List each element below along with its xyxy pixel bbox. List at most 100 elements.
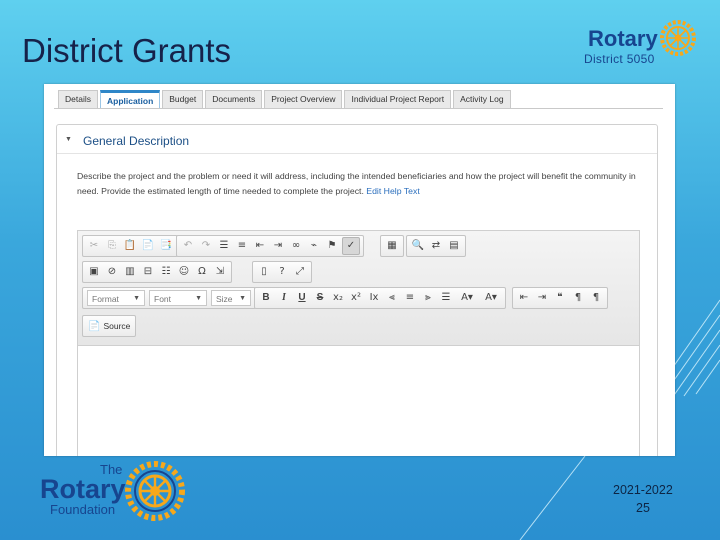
table-icon[interactable]: ▦ — [384, 237, 400, 255]
flash-icon[interactable]: ⊘ — [104, 263, 120, 281]
link-icon[interactable]: ∞ — [288, 237, 304, 255]
undo-group: ↶ ↷ ☰ ≡ ⇤ ⇥ ∞ ⌁ ⚑ ✓ — [176, 235, 364, 257]
special-char-icon[interactable]: Ω — [194, 263, 210, 281]
cut-icon[interactable]: ✂ — [86, 237, 102, 255]
panel-title: General Description — [83, 134, 190, 148]
text-color-icon[interactable]: A▾ — [456, 289, 478, 307]
anchor-icon[interactable]: ⚑ — [324, 237, 340, 255]
rotary-wheel-icon — [125, 461, 185, 521]
page-break-icon[interactable]: ⊟ — [140, 263, 156, 281]
editor-content-area[interactable] — [78, 346, 639, 456]
background-color-icon[interactable]: A▾ — [480, 289, 502, 307]
decrease-indent-icon[interactable]: ⇤ — [252, 237, 268, 255]
paste-text-icon[interactable]: 📄 — [140, 237, 156, 255]
rtl-icon[interactable]: ¶ — [588, 289, 604, 307]
description-text: Describe the project and the problem or … — [77, 169, 637, 198]
insert-group: ▣ ⊘ ▥ ⊟ ☷ ☺ Ω ⇲ — [82, 261, 232, 283]
description-body: Describe the project and the problem or … — [77, 171, 636, 196]
general-description-panel: ▼ General Description Describe the proje… — [56, 124, 658, 456]
clipboard-group: ✂ ⎘ 📋 📄 📑 — [82, 235, 178, 257]
chevron-down-icon: ▼ — [133, 295, 140, 302]
tab-divider — [54, 108, 663, 109]
italic-icon[interactable]: I — [276, 289, 292, 307]
source-button[interactable]: 📄 Source — [85, 321, 133, 332]
undo-icon[interactable]: ↶ — [180, 237, 196, 255]
tab-details[interactable]: Details — [58, 90, 98, 108]
horizontal-rule-icon[interactable]: ☷ — [158, 263, 174, 281]
outdent-icon[interactable]: ⇤ — [516, 289, 532, 307]
align-right-icon[interactable]: ⫸ — [420, 289, 436, 307]
strikethrough-icon[interactable]: S — [312, 289, 328, 307]
formatting-group: B I U S x₂ x² Ix ⫷ ≡ ⫸ ☰ A▾ A▾ — [254, 287, 506, 309]
tab-bar: Details Application Budget Documents Pro… — [58, 90, 511, 108]
template-icon[interactable]: ▥ — [122, 263, 138, 281]
paste-icon[interactable]: 📋 — [122, 237, 138, 255]
font-dropdown[interactable]: Font ▼ — [149, 290, 207, 306]
styles-group: Format ▼ Font ▼ Size ▼ — [82, 287, 256, 309]
spellcheck-icon[interactable]: ✓ — [342, 237, 360, 255]
align-center-icon[interactable]: ≡ — [402, 289, 418, 307]
tab-activity-log[interactable]: Activity Log — [453, 90, 511, 108]
maximize-icon[interactable]: ⤢ — [292, 263, 308, 281]
footer-year: 2021-2022 — [613, 483, 673, 497]
collapse-caret-icon[interactable]: ▼ — [65, 136, 72, 143]
size-dropdown[interactable]: Size ▼ — [211, 290, 251, 306]
find-group: 🔍 ⇄ ▤ — [406, 235, 466, 257]
bulleted-list-icon[interactable]: ≡ — [234, 237, 250, 255]
increase-indent-icon[interactable]: ⇥ — [270, 237, 286, 255]
image-icon[interactable]: ▣ — [86, 263, 102, 281]
tab-application[interactable]: Application — [99, 90, 161, 108]
chevron-down-icon: ▼ — [195, 295, 202, 302]
rotary-wheel-icon — [660, 20, 696, 56]
logo-district: District 5050 — [584, 52, 655, 66]
edit-help-text-link[interactable]: Edit Help Text — [366, 186, 419, 196]
page-number: 25 — [636, 501, 650, 515]
font-label: Font — [154, 294, 172, 304]
tab-documents[interactable]: Documents — [205, 90, 263, 108]
size-label: Size — [216, 294, 233, 304]
rich-text-editor: ✂ ⎘ 📋 📄 📑 ↶ ↷ ☰ ≡ ⇤ ⇥ ∞ ⌁ ⚑ ✓ ▦ 🔍 ⇄ ▤ ▣ … — [77, 230, 640, 456]
editor-toolbar: ✂ ⎘ 📋 📄 📑 ↶ ↷ ☰ ≡ ⇤ ⇥ ∞ ⌁ ⚑ ✓ ▦ 🔍 ⇄ ▤ ▣ … — [78, 231, 639, 346]
paste-word-icon[interactable]: 📑 — [158, 237, 174, 255]
tab-project-overview[interactable]: Project Overview — [264, 90, 343, 108]
panel-header[interactable]: ▼ General Description — [57, 125, 657, 154]
subscript-icon[interactable]: x₂ — [330, 289, 346, 307]
iframe-icon[interactable]: ⇲ — [212, 263, 228, 281]
remove-format-icon[interactable]: Ix — [366, 289, 382, 307]
format-label: Format — [92, 294, 119, 304]
table-group: ▦ — [380, 235, 404, 257]
indent-icon[interactable]: ⇥ — [534, 289, 550, 307]
redo-icon[interactable]: ↷ — [198, 237, 214, 255]
replace-icon[interactable]: ⇄ — [428, 237, 444, 255]
copy-icon[interactable]: ⎘ — [104, 237, 120, 255]
smiley-icon[interactable]: ☺ — [176, 263, 192, 281]
rotary-foundation-logo: The Rotary Foundation — [38, 460, 188, 526]
source-group: 📄 Source — [82, 315, 137, 337]
logo-wordmark: Rotary — [588, 26, 658, 51]
source-label: Source — [103, 321, 131, 331]
select-all-icon[interactable]: ▤ — [446, 237, 462, 255]
tab-budget[interactable]: Budget — [162, 90, 204, 108]
ltr-icon[interactable]: ¶ — [570, 289, 586, 307]
justify-icon[interactable]: ☰ — [438, 289, 454, 307]
tab-individual-project-report[interactable]: Individual Project Report — [344, 90, 452, 108]
rotary-district-logo: Rotary District 5050 — [580, 18, 700, 70]
underline-icon[interactable]: U — [294, 289, 310, 307]
preview-icon[interactable]: ▯ — [256, 263, 272, 281]
logo-rotary: Rotary — [40, 474, 126, 504]
find-icon[interactable]: 🔍 — [410, 237, 426, 255]
align-left-icon[interactable]: ⫷ — [384, 289, 400, 307]
help-icon[interactable]: ? — [274, 263, 290, 281]
unlink-icon[interactable]: ⌁ — [306, 237, 322, 255]
source-icon: 📄 — [88, 320, 101, 332]
slide-title: District Grants — [22, 32, 232, 69]
blockquote-icon[interactable]: ❝ — [552, 289, 568, 307]
numbered-list-icon[interactable]: ☰ — [216, 237, 232, 255]
tools-group: ▯ ? ⤢ — [252, 261, 312, 283]
format-dropdown[interactable]: Format ▼ — [87, 290, 145, 306]
block-group: ⇤ ⇥ ❝ ¶ ¶ — [512, 287, 608, 309]
superscript-icon[interactable]: x² — [348, 289, 364, 307]
chevron-down-icon: ▼ — [239, 295, 246, 302]
bold-icon[interactable]: B — [258, 289, 274, 307]
application-screenshot: Details Application Budget Documents Pro… — [44, 84, 675, 456]
